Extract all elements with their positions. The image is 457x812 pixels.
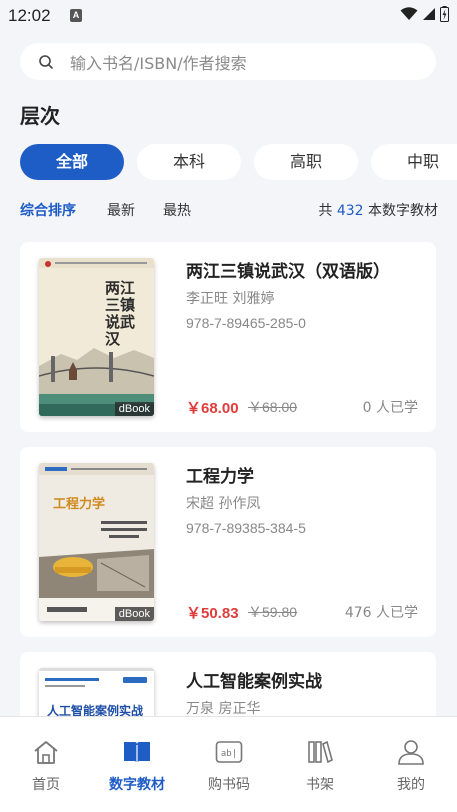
- search-bar[interactable]: 输入书名/ISBN/作者搜索: [20, 43, 436, 80]
- level-chips: 全部 本科 高职 中职: [20, 144, 457, 180]
- status-bar: 12:02 A: [0, 0, 457, 32]
- dbook-badge: dBook: [114, 607, 154, 621]
- book-price: ￥68.00: [186, 400, 239, 417]
- book-old-price: ￥68.00: [248, 399, 298, 415]
- bookshelf-icon: [308, 740, 333, 764]
- book-card[interactable]: 两江三镇说武汉 dBook 两江三镇说武汉（双语版） 李正旺 刘雅婷 978-7…: [20, 242, 436, 432]
- status-icons: [400, 6, 449, 22]
- book-cover[interactable]: 两江三镇说武汉 dBook: [39, 258, 154, 416]
- book-title[interactable]: 工程力学: [186, 462, 254, 487]
- book-authors: 李正旺 刘雅婷: [186, 291, 275, 307]
- bottom-tab-bar: 首页 数字教材 ab| 购书码 书架 我的: [0, 716, 457, 812]
- book-learner-count: 0 人已学: [362, 400, 418, 416]
- level-heading: 层次: [20, 104, 60, 128]
- book-old-price: ￥59.80: [248, 604, 298, 620]
- signal-icon: [423, 8, 435, 20]
- tab-digital-textbook-label: 数字教材: [109, 777, 165, 793]
- cover-title: 两江三镇说武汉: [105, 279, 136, 348]
- search-icon: [39, 54, 53, 69]
- sort-newest[interactable]: 最新: [107, 200, 135, 220]
- book-isbn: 978-7-89465-285-0: [186, 315, 306, 331]
- tab-purchase-code-label: 购书码: [208, 777, 250, 793]
- sort-comprehensive[interactable]: 综合排序: [20, 200, 76, 220]
- sort-hottest[interactable]: 最热: [163, 200, 191, 220]
- book-authors: 万泉 房正华: [186, 701, 261, 717]
- book-learner-count: 476 人已学: [344, 605, 418, 621]
- home-icon: [34, 741, 58, 764]
- book-cover[interactable]: 工程力学 dBook: [39, 463, 154, 621]
- status-time: 12:02: [8, 6, 51, 25]
- book-card[interactable]: 工程力学 dBook 工程力学 宋超 孙作凤 978-7-89385-384-5…: [20, 447, 436, 637]
- sort-bar: 综合排序 最新 最热 共 432 本数字教材: [20, 200, 438, 222]
- wifi-icon: [400, 7, 418, 20]
- tab-digital-textbook[interactable]: 数字教材: [91, 717, 183, 812]
- tab-bookshelf[interactable]: 书架: [274, 717, 366, 812]
- search-input[interactable]: 输入书名/ISBN/作者搜索: [70, 50, 247, 74]
- svg-text:ab|: ab|: [221, 749, 237, 759]
- chip-secondary-vocational[interactable]: 中职: [371, 144, 457, 180]
- book-title[interactable]: 两江三镇说武汉（双语版）: [186, 257, 390, 282]
- cover-illustration: [39, 463, 154, 621]
- book-open-icon: [124, 742, 150, 763]
- tab-profile-label: 我的: [397, 777, 425, 793]
- book-price: ￥50.83: [186, 605, 239, 622]
- count-prefix: 共: [318, 203, 333, 219]
- book-authors: 宋超 孙作凤: [186, 496, 261, 512]
- chip-undergraduate[interactable]: 本科: [137, 144, 241, 180]
- dbook-badge: dBook: [114, 402, 154, 416]
- user-icon: [398, 740, 424, 765]
- notification-icon: A: [70, 9, 82, 22]
- book-title[interactable]: 人工智能案例实战: [186, 667, 322, 692]
- chip-all[interactable]: 全部: [20, 144, 124, 180]
- chip-higher-vocational[interactable]: 高职: [254, 144, 358, 180]
- count-number: 432: [336, 203, 364, 219]
- tab-home-label: 首页: [32, 777, 60, 793]
- result-count: 共 432 本数字教材: [318, 200, 438, 220]
- tab-home[interactable]: 首页: [0, 717, 92, 812]
- cover-title: 工程力学: [53, 497, 106, 512]
- code-icon: ab|: [215, 741, 243, 763]
- battery-icon: [440, 6, 449, 22]
- tab-bookshelf-label: 书架: [306, 777, 334, 793]
- tab-profile[interactable]: 我的: [365, 717, 457, 812]
- book-isbn: 978-7-89385-384-5: [186, 520, 306, 536]
- tab-purchase-code[interactable]: ab| 购书码: [183, 717, 275, 812]
- count-suffix: 本数字教材: [368, 203, 438, 219]
